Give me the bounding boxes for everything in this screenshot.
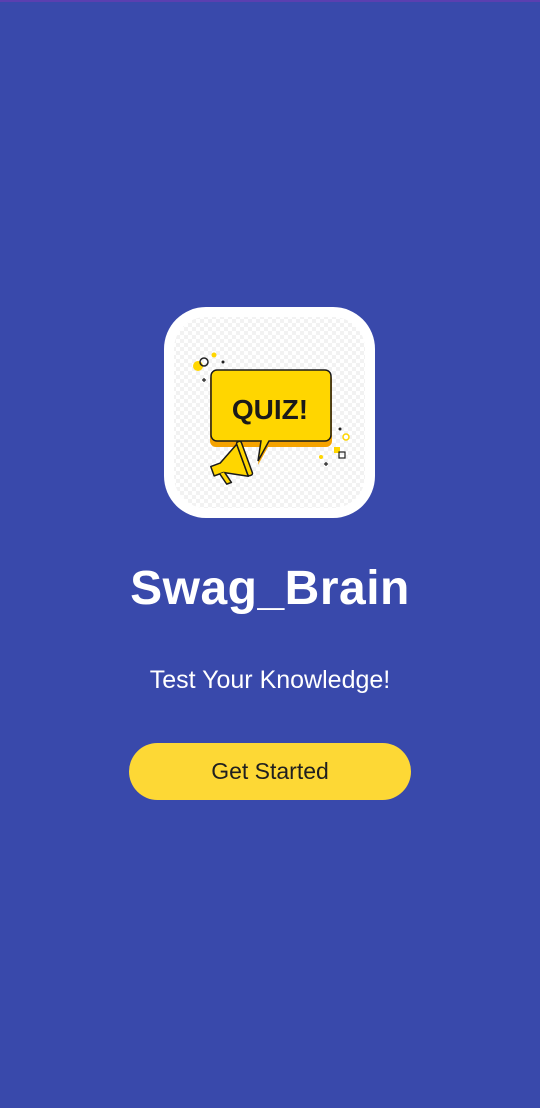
logo-text: QUIZ! [232, 394, 308, 425]
quiz-logo-icon: QUIZ! [174, 317, 365, 508]
status-bar-line [0, 0, 540, 2]
get-started-button[interactable]: Get Started [129, 743, 411, 800]
app-subtitle: Test Your Knowledge! [149, 666, 391, 694]
app-logo: QUIZ! [164, 307, 375, 518]
app-title: Swag_Brain [130, 562, 410, 615]
